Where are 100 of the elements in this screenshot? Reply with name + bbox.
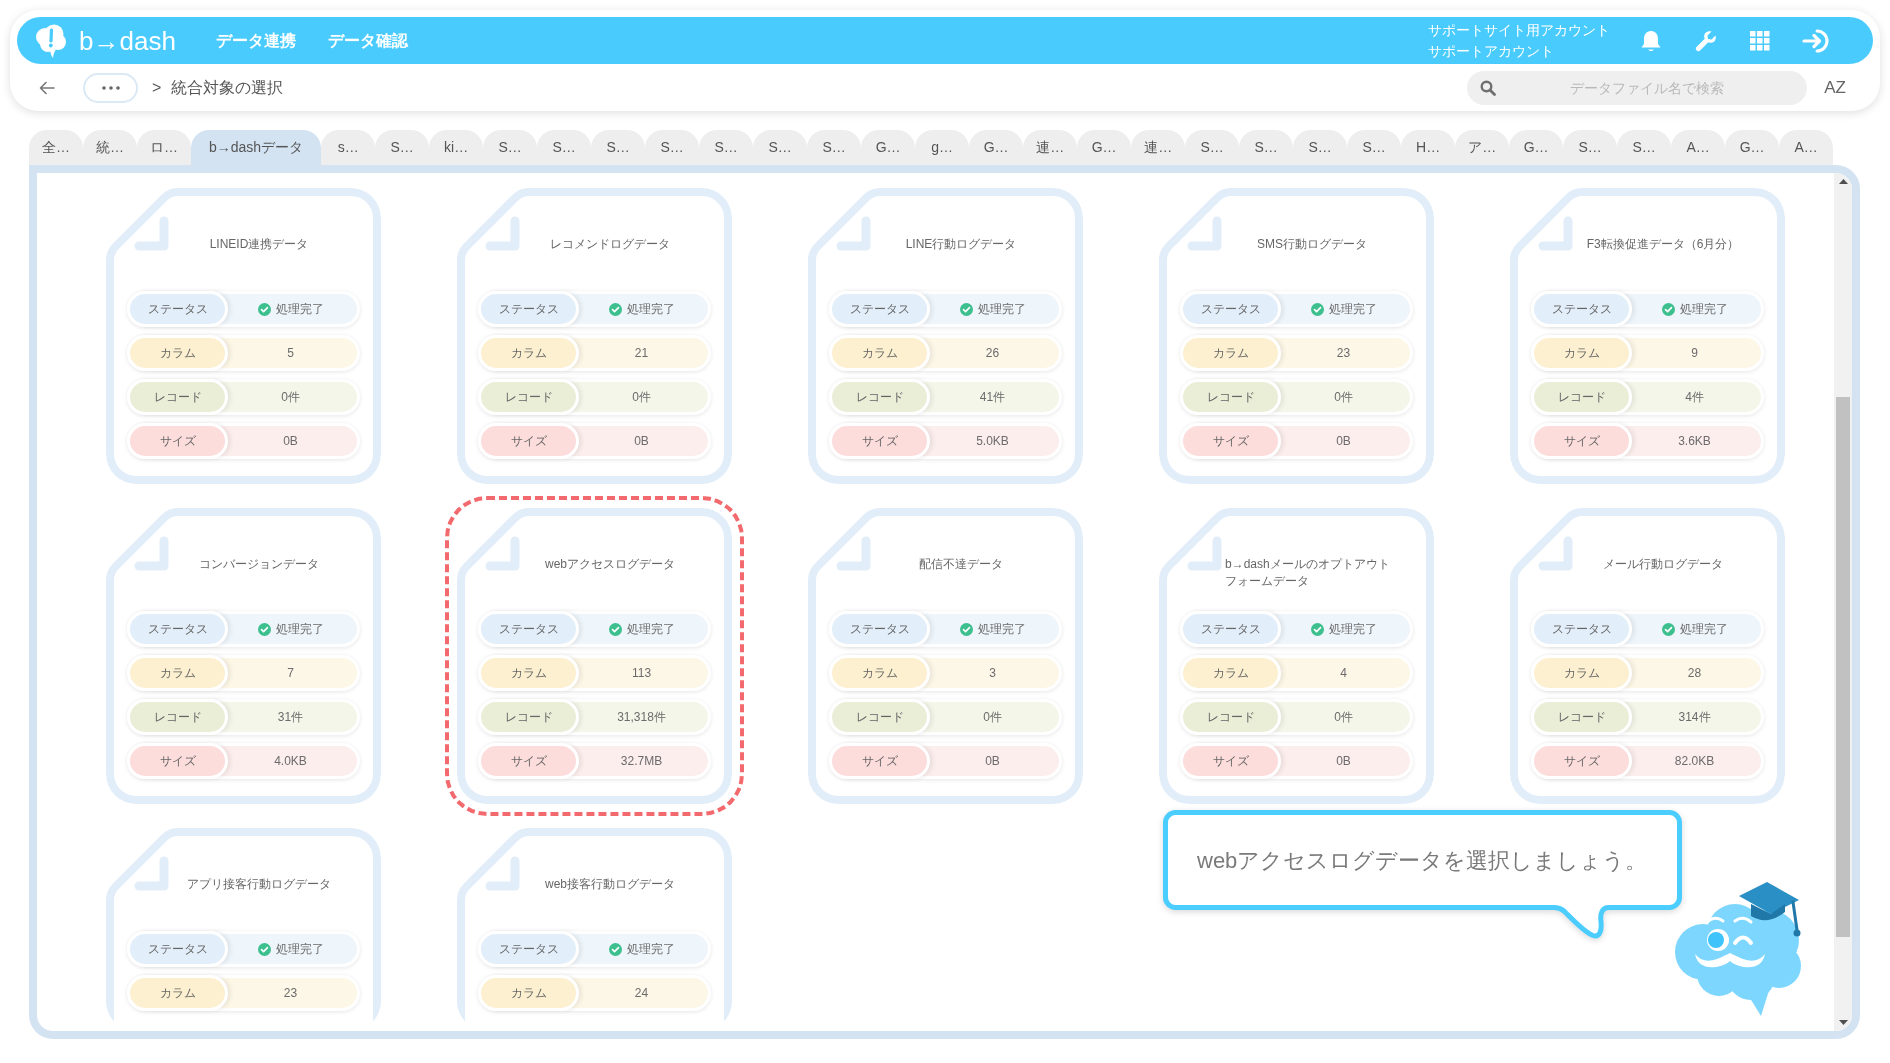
search-icon [1480,79,1497,96]
file-tab[interactable]: S… [1617,130,1672,165]
row-label: レコード [127,699,228,735]
file-card[interactable]: LINE行動ログデータ ステータス 処理完了 カラム 26 レコード 41件 サイズ 5.0KB [808,188,1083,484]
card-title: メール行動ログデータ [1603,556,1723,573]
file-tab[interactable]: S… [1563,130,1618,165]
fold-mark-icon [485,856,520,891]
row-label: レコード [1531,379,1632,415]
file-tab[interactable]: S… [1239,130,1294,165]
file-tab[interactable]: S… [807,130,862,165]
fold-mark-icon [836,536,871,571]
file-card[interactable]: F3転換促進データ（6月分） ステータス 処理完了 カラム 9 レコード 4件 サイズ 3.6KB [1510,188,1785,484]
fold-mark-icon [1187,216,1222,251]
row-label: カラム [1531,335,1632,371]
file-tab[interactable]: S… [537,130,592,165]
sort-button[interactable]: AZ [1824,78,1846,97]
row-label: サイズ [1180,743,1281,779]
card-title: LINEID連携データ [209,236,309,253]
card-title: アプリ接客行動ログデータ [187,876,331,893]
ellipsis-icon [101,85,120,90]
row-label: カラム [829,335,930,371]
file-tab[interactable]: G… [969,130,1024,165]
row-value: 0B [985,753,1000,769]
row-value: 0B [1336,433,1351,449]
row-value: 0件 [1334,389,1353,405]
file-tab[interactable]: ki… [429,130,484,165]
row-label: カラム [127,335,228,371]
row-label: サイズ [1531,743,1632,779]
card-title: コンバージョンデータ [199,556,319,573]
row-label: レコード [478,379,579,415]
check-circle-icon [608,302,622,316]
row-value: 82.0KB [1674,753,1715,769]
row-value: 処理完了 [626,941,675,957]
file-tab[interactable]: ア… [1455,130,1510,165]
row-value: 24 [634,985,649,1001]
scrollbar[interactable] [1834,173,1852,1031]
row-label: サイズ [829,743,930,779]
file-card[interactable]: レコメンドログデータ ステータス 処理完了 カラム 21 レコード 0件 サイズ 0B [457,188,732,484]
file-card[interactable]: LINEID連携データ ステータス 処理完了 カラム 5 レコード 0件 サイズ 0B [106,188,381,484]
scrollbar-thumb[interactable] [1836,397,1850,937]
check-circle-icon [257,622,271,636]
file-tab[interactable]: S… [699,130,754,165]
file-tab[interactable]: g… [915,130,970,165]
row-label: ステータス [478,931,579,967]
check-circle-icon [608,622,622,636]
file-tab[interactable]: S… [1293,130,1348,165]
file-tab[interactable]: s… [321,130,376,165]
row-label: カラム [478,335,579,371]
row-label: ステータス [1180,611,1281,647]
fold-mark-icon [134,216,169,251]
row-value: 処理完了 [1679,621,1728,637]
wrench-icon[interactable] [1694,28,1718,53]
file-tab[interactable]: 統… [83,130,137,165]
file-tab[interactable]: A… [1671,130,1726,165]
scroll-down-icon[interactable] [1838,1020,1848,1025]
file-tab[interactable]: 連… [1023,130,1078,165]
more-button[interactable] [83,72,138,103]
file-tab[interactable]: S… [753,130,808,165]
fold-mark-icon [1538,536,1573,571]
file-card[interactable]: SMS行動ログデータ ステータス 処理完了 カラム 23 レコード 0件 サイズ 0B [1159,188,1434,484]
file-tab[interactable]: G… [1509,130,1564,165]
row-label: カラム [1180,335,1281,371]
file-tab[interactable]: G… [1077,130,1132,165]
file-tab[interactable]: S… [645,130,700,165]
file-card[interactable]: 配信不達データ ステータス 処理完了 カラム 3 レコード 0件 サイズ 0B [808,508,1083,804]
file-tab[interactable]: G… [861,130,916,165]
row-value: 9 [1691,345,1698,361]
check-circle-icon [1661,302,1675,316]
file-tab[interactable]: S… [1347,130,1402,165]
file-tab[interactable]: S… [591,130,646,165]
row-label: レコード [829,379,930,415]
grid-menu-icon[interactable] [1750,30,1770,51]
row-label: レコード [1531,699,1632,735]
row-label: ステータス [478,611,579,647]
file-tab[interactable]: 連… [1131,130,1186,165]
file-tab[interactable]: S… [1185,130,1240,165]
card-title: b→dashメールのオプトアウトフォームデータ [1225,556,1391,590]
bell-icon[interactable] [1640,28,1662,53]
row-label: レコード [1180,379,1281,415]
file-card[interactable]: メール行動ログデータ ステータス 処理完了 カラム 28 レコード 314件 サイズ 82.0KB [1510,508,1785,804]
file-tab[interactable]: ロ… [137,130,191,165]
file-card[interactable]: b→dashメールのオプトアウトフォームデータ ステータス 処理完了 カラム 4 レコード 0件 サイズ 0B [1159,508,1434,804]
file-tab[interactable]: A… [1779,130,1834,165]
file-tab[interactable]: 全… [29,130,83,165]
row-value: 23 [1336,345,1351,361]
scroll-up-icon[interactable] [1838,179,1848,184]
card-title: レコメンドログデータ [550,236,670,253]
row-label: カラム [829,655,930,691]
fold-mark-icon [836,216,871,251]
file-card[interactable]: コンバージョンデータ ステータス 処理完了 カラム 7 レコード 31件 サイズ 4.0KB [106,508,381,804]
breadcrumb-separator: > [152,77,162,98]
back-arrow-icon[interactable] [39,80,55,95]
cloud-logo-icon[interactable] [35,23,67,58]
file-tab[interactable]: b→dashデータ [191,130,322,165]
row-label: カラム [1531,655,1632,691]
file-tab[interactable]: H… [1401,130,1456,165]
file-tab[interactable]: S… [375,130,430,165]
file-tab[interactable]: S… [483,130,538,165]
row-label: サイズ [478,423,579,459]
file-tab[interactable]: G… [1725,130,1780,165]
